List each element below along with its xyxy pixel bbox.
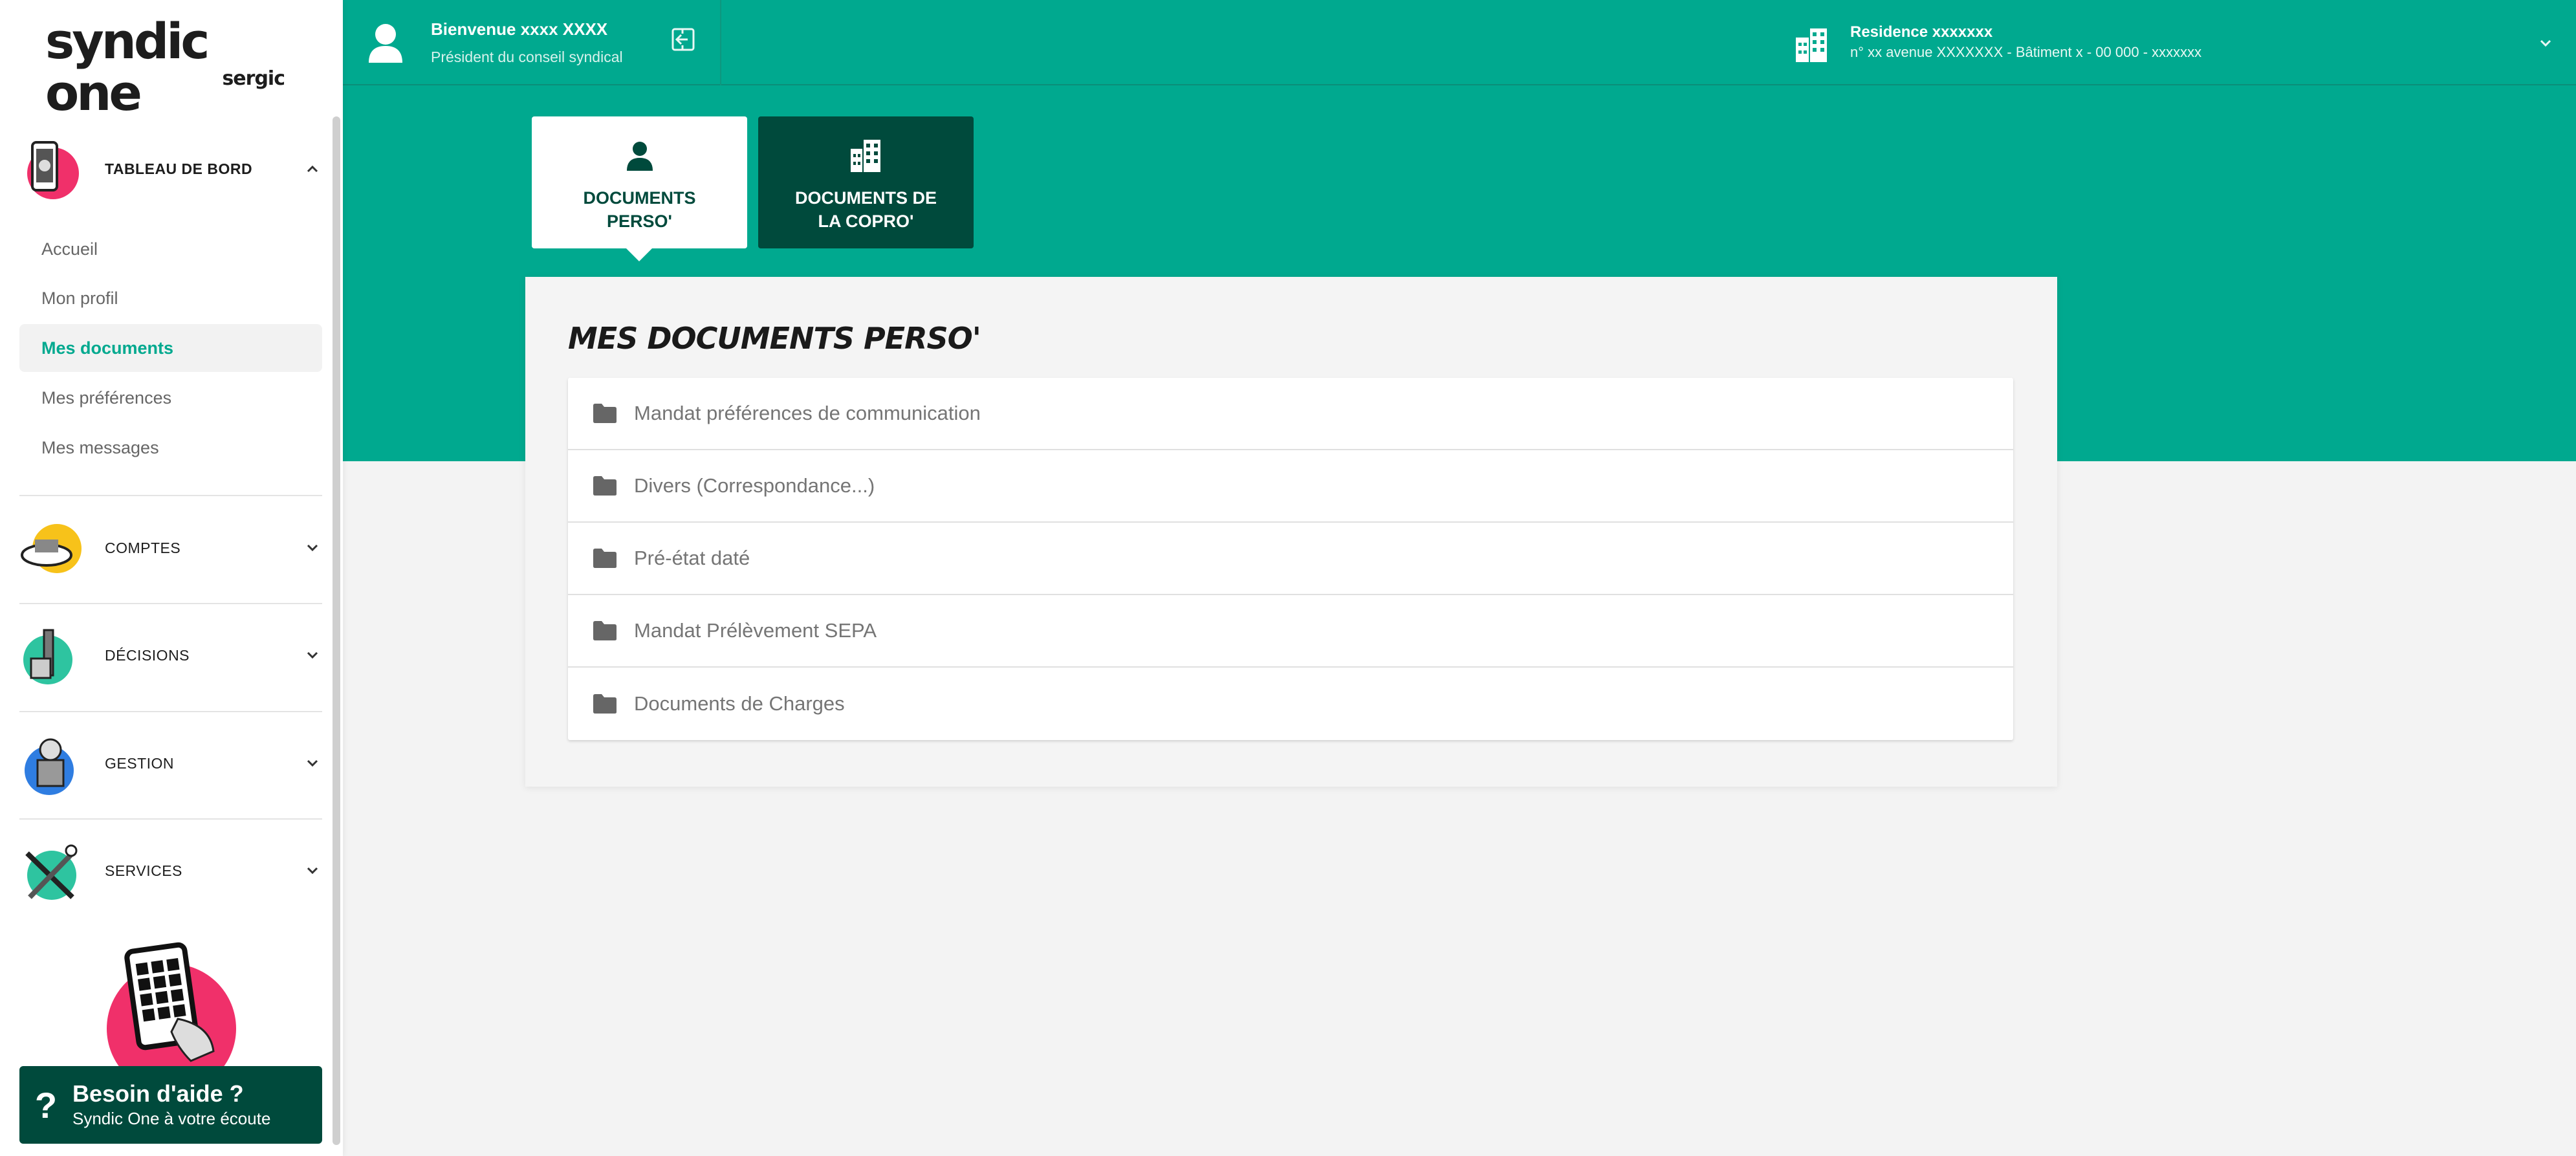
folder-icon	[593, 476, 617, 496]
top-bar: Bienvenue xxxx XXXX Président du conseil…	[343, 0, 2576, 85]
documents-card: MES DOCUMENTS PERSO' Mandat préférences …	[525, 277, 2057, 787]
tools-illustration-icon	[18, 835, 83, 906]
nav-group-label: COMPTES	[105, 539, 181, 556]
nav-group-comptes[interactable]: COMPTES	[18, 506, 322, 590]
nav-group-services[interactable]: SERVICES	[18, 829, 322, 913]
residence-name: Residence xxxxxxx	[1850, 23, 1993, 41]
folder-row[interactable]: Mandat préférences de communication	[568, 378, 2013, 450]
help-subtitle: Syndic One à votre écoute	[72, 1109, 271, 1128]
worker-illustration-icon	[18, 728, 83, 799]
divider	[19, 495, 322, 496]
chevron-up-icon	[303, 159, 322, 179]
sidebar: syndic one sergic TABLEAU DE BORD Accuei…	[0, 0, 343, 1156]
building-icon	[1792, 25, 1831, 63]
folder-icon	[593, 549, 617, 568]
tab-documents-copro[interactable]: DOCUMENTS DE LA COPRO'	[758, 116, 974, 248]
sidebar-item-mes-documents[interactable]: Mes documents	[19, 324, 322, 372]
folder-name: Documents de Charges	[634, 692, 845, 715]
folder-name: Pré-état daté	[634, 547, 750, 569]
tab-documents-perso[interactable]: DOCUMENTS PERSO'	[532, 116, 747, 248]
brand-sub: sergic	[222, 67, 285, 90]
user-block: Bienvenue xxxx XXXX Président du conseil…	[343, 0, 721, 85]
nav-group-tableau-de-bord[interactable]: TABLEAU DE BORD	[18, 127, 322, 211]
active-tab-pointer	[626, 248, 652, 261]
piggy-bank-illustration-icon	[18, 512, 83, 583]
page-title: MES DOCUMENTS PERSO'	[568, 321, 981, 356]
chevron-down-icon	[303, 754, 322, 773]
nav-group-label: TABLEAU DE BORD	[105, 160, 253, 177]
user-icon	[366, 20, 405, 65]
nav-group-decisions[interactable]: DÉCISIONS	[18, 613, 322, 697]
sidebar-item-accueil[interactable]: Accueil	[19, 225, 322, 273]
tab-label: DOCUMENTS PERSO'	[583, 188, 696, 231]
person-icon	[622, 137, 658, 173]
folder-list: Mandat préférences de communication Dive…	[568, 378, 2013, 740]
brand-logo[interactable]: syndic one sergic	[45, 16, 298, 119]
tab-label: DOCUMENTS DE LA COPRO'	[794, 188, 937, 231]
folder-icon	[593, 404, 617, 423]
user-role: Président du conseil syndical	[431, 49, 623, 65]
help-title: Besoin d'aide ?	[72, 1080, 244, 1107]
folder-name: Mandat Prélèvement SEPA	[634, 619, 877, 642]
folder-icon	[593, 694, 617, 714]
sidebar-item-mon-profil[interactable]: Mon profil	[19, 274, 322, 322]
nav-group-label: GESTION	[105, 754, 175, 772]
chevron-down-icon	[303, 646, 322, 665]
logout-icon[interactable]	[670, 26, 697, 53]
question-icon: ?	[34, 1084, 58, 1126]
sidebar-scrollbar[interactable]	[333, 116, 340, 1145]
sidebar-item-mes-preferences[interactable]: Mes préférences	[19, 374, 322, 422]
divider	[19, 711, 322, 712]
phone-hand-illustration-icon	[100, 922, 243, 1093]
chevron-down-icon	[303, 861, 322, 880]
nav-group-gestion[interactable]: GESTION	[18, 721, 322, 805]
folder-row[interactable]: Pré-état daté	[568, 523, 2013, 595]
divider	[19, 818, 322, 820]
divider	[19, 603, 322, 604]
nav-group-label: DÉCISIONS	[105, 646, 190, 664]
folder-row[interactable]: Divers (Correspondance...)	[568, 450, 2013, 523]
folder-row[interactable]: Documents de Charges	[568, 668, 2013, 740]
residence-address: n° xx avenue XXXXXXX - Bâtiment x - 00 0…	[1850, 44, 2202, 60]
chevron-down-icon[interactable]	[2536, 34, 2555, 53]
folder-name: Divers (Correspondance...)	[634, 474, 875, 497]
sidebar-item-mes-messages[interactable]: Mes messages	[19, 424, 322, 472]
vote-hand-illustration-icon	[18, 620, 83, 691]
phone-illustration-icon	[18, 133, 83, 204]
residence-selector[interactable]: Residence xxxxxxx n° xx avenue XXXXXXX -…	[1850, 23, 2201, 61]
nav-group-label: SERVICES	[105, 862, 182, 879]
welcome-text: Bienvenue xxxx XXXX	[431, 19, 608, 39]
folder-name: Mandat préférences de communication	[634, 402, 981, 424]
folder-icon	[593, 621, 617, 640]
building-icon	[848, 137, 884, 173]
folder-row[interactable]: Mandat Prélèvement SEPA	[568, 595, 2013, 668]
help-button[interactable]: ? Besoin d'aide ? Syndic One à votre éco…	[19, 1066, 322, 1144]
chevron-down-icon	[303, 538, 322, 558]
